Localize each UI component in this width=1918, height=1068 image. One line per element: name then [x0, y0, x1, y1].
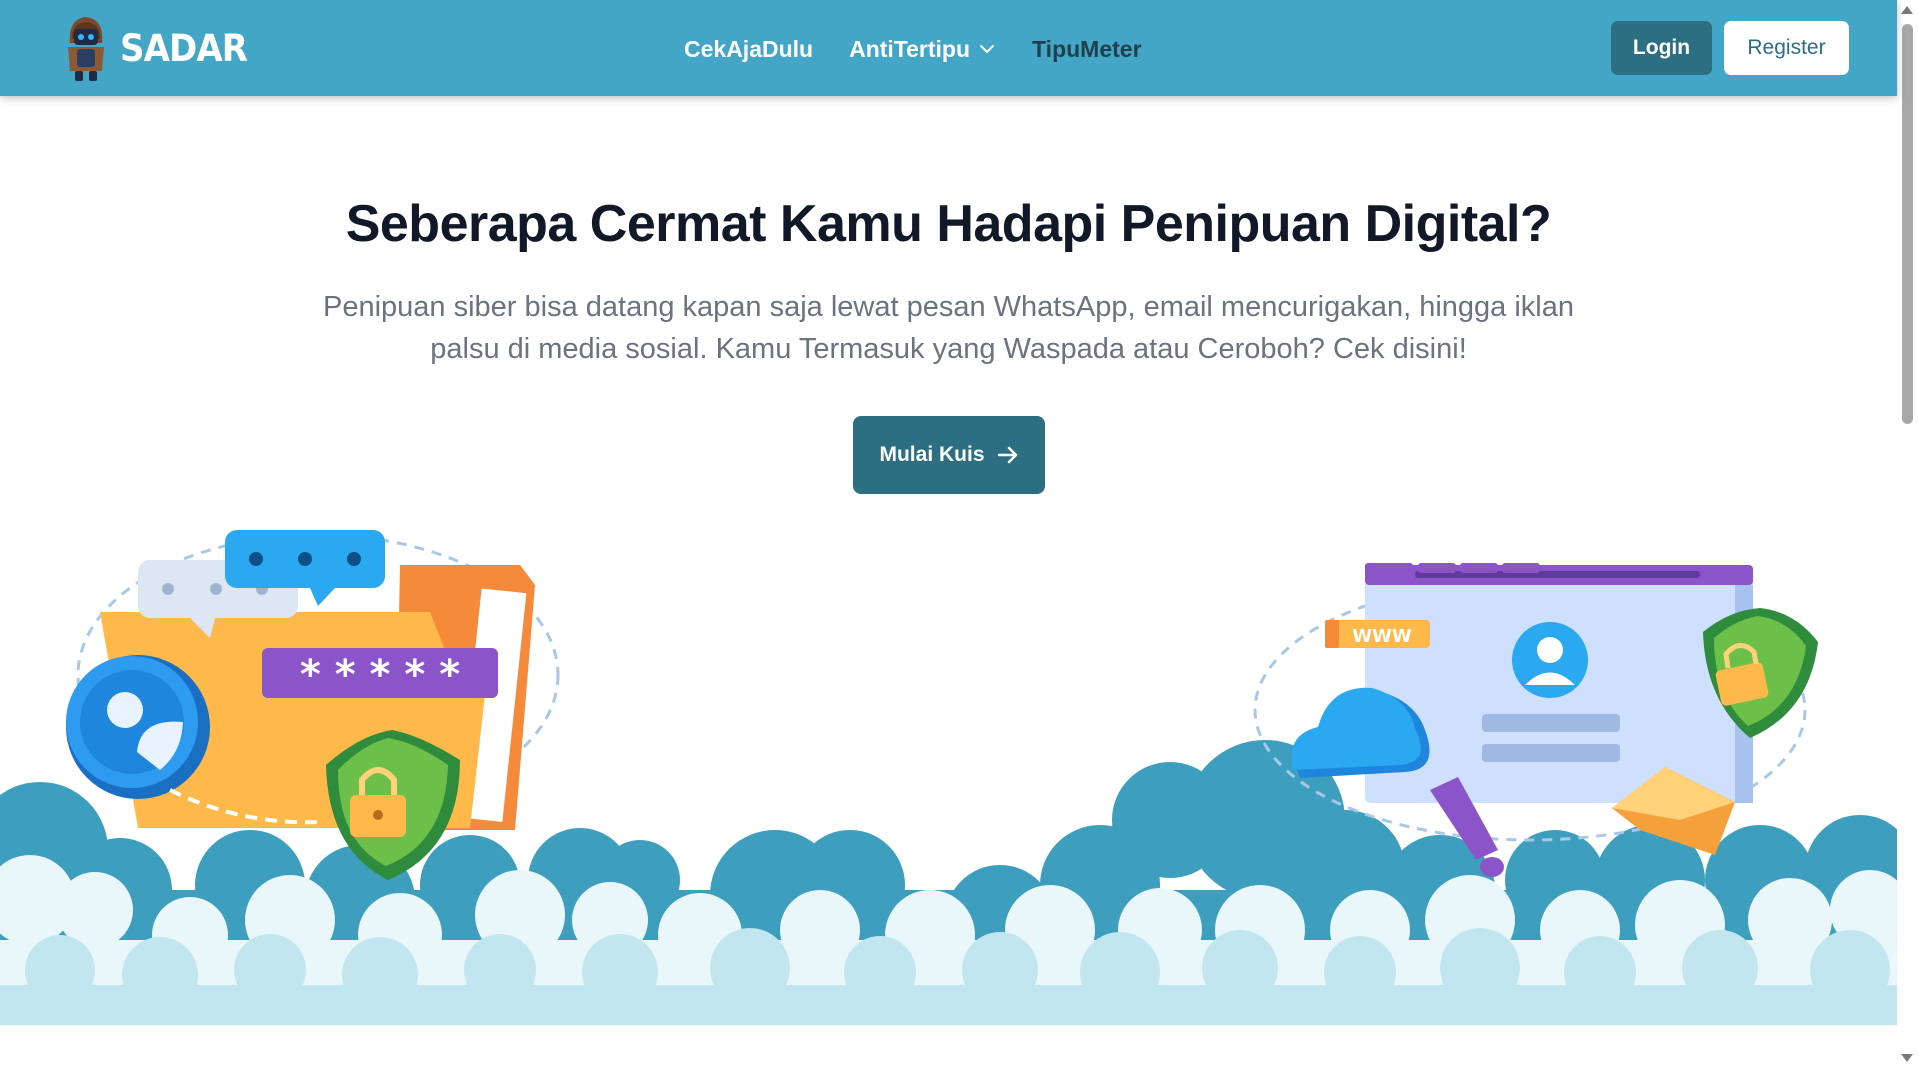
nav-link-tipumeter[interactable]: TipuMeter — [1032, 36, 1141, 63]
hero-title: Seberapa Cermat Kamu Hadapi Penipuan Dig… — [345, 195, 1552, 253]
main-nav: CekAjaDulu AntiTertipu TipuMeter — [684, 30, 1178, 68]
hero-illustration: * * * * * WWW — [0, 530, 1897, 1025]
hacker-mascot-logo — [68, 17, 104, 81]
start-quiz-label: Mulai Kuis — [879, 443, 985, 466]
brand-name: SADAR — [120, 26, 248, 70]
navbar: SADAR CekAjaDulu AntiTertipu TipuMeter L… — [0, 0, 1897, 96]
arrow-right-icon — [997, 446, 1017, 464]
chevron-down-icon — [980, 45, 995, 53]
left-illustration: * * * * * — [66, 530, 560, 880]
scroll-thumb[interactable] — [1902, 24, 1913, 424]
nav-link-antitertipu-label: AntiTertipu — [849, 35, 971, 62]
nav-link-antitertipu[interactable]: AntiTertipu — [849, 36, 996, 63]
login-button[interactable]: Login — [1611, 21, 1712, 75]
register-button[interactable]: Register — [1724, 21, 1849, 75]
page-scrollbar[interactable] — [1897, 0, 1918, 1068]
nav-link-cekajadulu[interactable]: CekAjaDulu — [684, 36, 813, 63]
section-divider — [0, 1025, 1897, 1068]
password-mask-text: * * * * * — [300, 652, 460, 698]
hero-subtitle: Penipuan siber bisa datang kapan saja le… — [322, 291, 1574, 365]
scroll-up-arrow-icon[interactable] — [1901, 6, 1913, 14]
brand-link[interactable]: SADAR — [62, 12, 258, 84]
scroll-down-arrow-icon[interactable] — [1901, 1054, 1913, 1062]
start-quiz-button[interactable]: Mulai Kuis — [853, 416, 1045, 494]
www-label-text: WWW — [1352, 626, 1412, 647]
